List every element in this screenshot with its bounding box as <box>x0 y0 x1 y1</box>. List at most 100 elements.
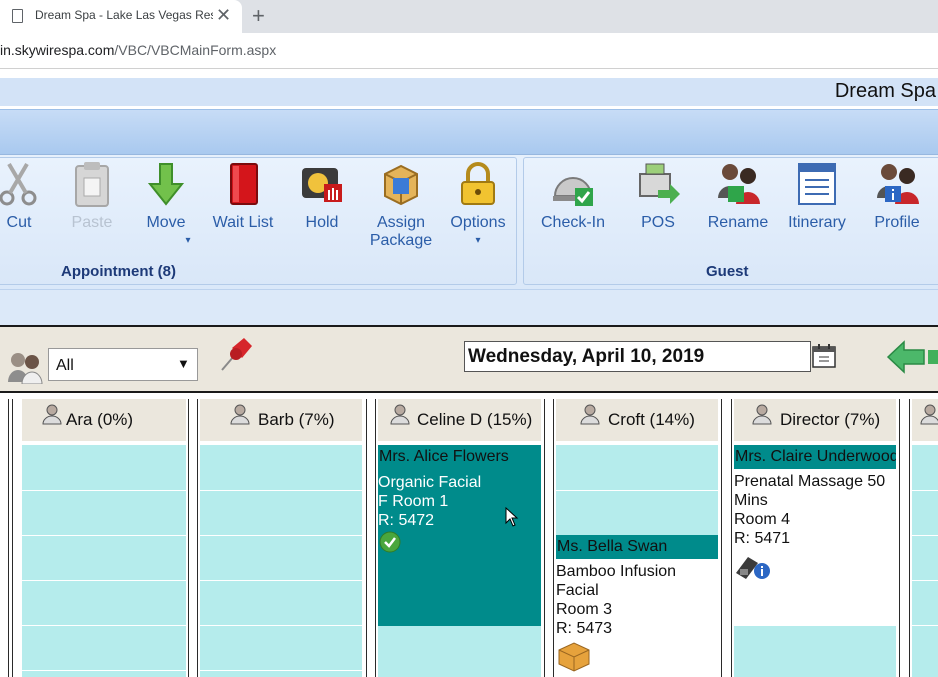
column-divider <box>12 399 13 677</box>
column-divider <box>197 399 198 677</box>
wait-list-button[interactable]: Wait List <box>210 160 276 232</box>
itinerary-list-icon <box>795 160 839 208</box>
slot-divider <box>22 490 362 491</box>
appointment-guest-name: Mrs. Claire Underwood <box>734 445 896 469</box>
column-divider <box>8 399 9 677</box>
options-button[interactable]: Options ▾ <box>448 160 508 250</box>
url-text[interactable]: in.skywirespa.com/VBC/VBCMainForm.aspx <box>0 42 276 58</box>
resource-filter-icon[interactable] <box>6 348 44 385</box>
browser-tab[interactable]: Dream Spa - Lake Las Vegas Reso ✕ <box>0 0 242 33</box>
scissors-icon <box>0 160 41 208</box>
pos-button[interactable]: POS <box>632 160 684 232</box>
new-tab-button[interactable]: + <box>252 3 265 29</box>
package-box-icon <box>379 160 423 208</box>
app-header-band <box>0 78 938 106</box>
chevron-down-icon[interactable]: ▼ <box>177 356 190 371</box>
staff-icon <box>580 403 600 425</box>
checkmark-icon <box>379 531 401 558</box>
itinerary-button[interactable]: Itinerary <box>786 160 848 232</box>
options-dropdown-caret[interactable]: ▾ <box>448 232 508 250</box>
down-arrow-icon <box>144 160 188 208</box>
column-header-ara[interactable]: Ara (0%) <box>22 399 186 441</box>
appointment-service: Organic Facial <box>378 474 482 491</box>
previous-day-arrow-icon[interactable] <box>886 340 926 374</box>
slot-divider <box>912 535 938 536</box>
column-header-label: Barb (7%) <box>258 410 335 429</box>
phone-info-icon <box>734 549 772 588</box>
appointment-service-cont: Facial <box>556 582 599 599</box>
column-header-label: Croft (14%) <box>608 410 695 429</box>
column-divider <box>731 399 732 677</box>
appointment-card[interactable]: Mrs. Alice Flowers Organic Facial F Room… <box>378 445 541 626</box>
column-header-barb[interactable]: Barb (7%) <box>200 399 362 441</box>
calendar-icon[interactable] <box>812 344 836 368</box>
rename-button[interactable]: Rename <box>706 160 770 232</box>
time-slot-column[interactable] <box>200 445 362 677</box>
move-dropdown-caret[interactable]: ▾ <box>184 232 192 250</box>
column-header-celine-d[interactable]: Celine D (15%) <box>378 399 541 441</box>
itinerary-label: Itinerary <box>788 214 846 231</box>
pushpin-icon[interactable] <box>218 334 256 372</box>
column-header-label: Ara (0%) <box>66 410 134 429</box>
paste-label: Paste <box>71 214 113 231</box>
check-in-button[interactable]: Check-In <box>538 160 608 232</box>
appointment-guest-name: Ms. Bella Swan <box>556 535 718 559</box>
column-divider <box>909 399 910 677</box>
clipboard-icon <box>70 160 114 208</box>
tab-title: Dream Spa - Lake Las Vegas Reso <box>35 8 213 22</box>
column-divider <box>721 399 722 677</box>
close-tab-icon[interactable]: ✕ <box>216 5 231 26</box>
address-bar[interactable]: in.skywirespa.com/VBC/VBCMainForm.aspx <box>0 33 938 69</box>
time-slot-column[interactable] <box>734 626 896 677</box>
column-header-next[interactable] <box>912 399 938 441</box>
profile-people-icon <box>875 160 919 208</box>
ribbon-tab-band <box>0 109 938 155</box>
staff-icon <box>230 403 250 425</box>
assign-package-button[interactable]: Assign Package <box>364 160 438 250</box>
cut-label: Cut <box>6 214 32 231</box>
staff-icon <box>390 403 410 425</box>
date-field[interactable]: Wednesday, April 10, 2019 <box>464 341 811 372</box>
red-book-icon <box>221 160 265 208</box>
time-slot-column[interactable] <box>378 626 541 677</box>
slot-divider <box>22 580 362 581</box>
ribbon-footer <box>0 289 938 325</box>
appointment-guest-name: Mrs. Alice Flowers <box>379 448 509 465</box>
time-slot-column[interactable] <box>912 445 938 677</box>
appointment-room: F Room 1 <box>378 493 449 510</box>
cut-button[interactable]: Cut <box>0 160 42 232</box>
guest-group-label: Guest <box>706 263 749 280</box>
column-divider <box>899 399 900 677</box>
pos-label: POS <box>641 214 675 231</box>
slot-divider <box>22 535 362 536</box>
hold-button[interactable]: Hold <box>298 160 346 232</box>
appointment-service: Bamboo Infusion <box>556 563 677 580</box>
app-title: Dream Spa <box>834 80 936 102</box>
document-icon <box>12 9 23 23</box>
resource-filter-select[interactable]: All <box>48 348 198 381</box>
profile-button[interactable]: Profile <box>870 160 924 232</box>
package-label: Package <box>369 232 433 249</box>
paste-button[interactable]: Paste <box>64 160 120 232</box>
rename-label: Rename <box>707 214 769 231</box>
appointment-service: Prenatal Massage 50 <box>734 473 886 490</box>
appointment-reservation: R: 5472 <box>378 512 435 529</box>
slot-divider <box>22 670 362 671</box>
time-slot-column[interactable] <box>22 445 186 677</box>
slot-divider <box>22 625 362 626</box>
appointment-details: Prenatal Massage 50 Mins Room 4 R: 5471 <box>734 472 885 548</box>
mouse-cursor-icon <box>505 506 519 532</box>
bell-check-icon <box>551 160 595 208</box>
appointment-card[interactable]: Ms. Bella Swan Bamboo Infusion Facial Ro… <box>556 535 718 677</box>
column-header-director[interactable]: Director (7%) <box>734 399 896 441</box>
column-header-croft[interactable]: Croft (14%) <box>556 399 718 441</box>
appointment-room: Room 3 <box>556 601 613 618</box>
column-divider <box>544 399 545 677</box>
appointment-service-cont: Mins <box>734 492 768 509</box>
column-header-label: Director (7%) <box>780 410 881 429</box>
next-day-arrow-icon[interactable] <box>928 350 938 364</box>
appointment-card[interactable]: Mrs. Claire Underwood Prenatal Massage 5… <box>734 445 896 626</box>
filter-value: All <box>56 357 74 374</box>
move-button[interactable]: Move ▾ <box>140 160 192 250</box>
hold-hand-icon <box>300 160 344 208</box>
